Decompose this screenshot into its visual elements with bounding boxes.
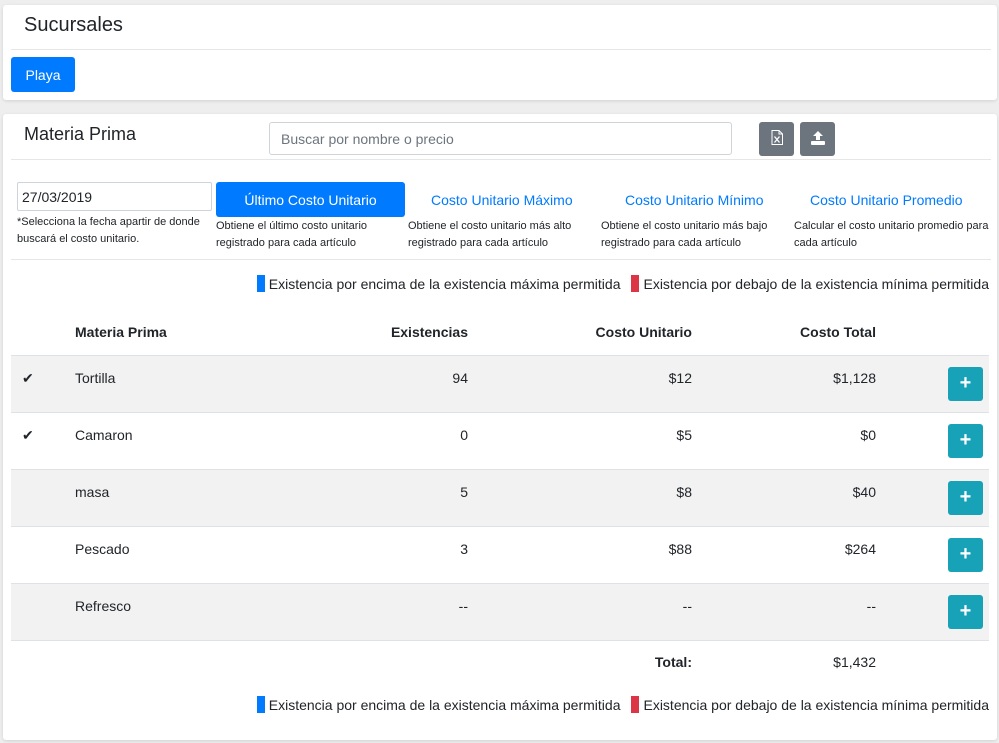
cell-existencias: 94 [293,354,468,412]
header-existencias[interactable]: Existencias [293,310,468,356]
divider [11,259,991,260]
cell-costo-unitario: $88 [468,525,692,583]
upload-button[interactable] [800,122,835,156]
header-costo-unitario[interactable]: Costo Unitario [468,310,692,356]
materia-prima-card: Materia Prima *Selecciona la fecha apart… [3,114,997,740]
option-costo-promedio: Costo Unitario Promedio Calcular el cost… [794,182,994,252]
cell-actions: + [876,468,989,526]
table-row: Pescado 3 $88 $264 + [11,525,989,583]
cell-costo-unitario: $8 [468,468,692,526]
table-row: Refresco -- -- -- + [11,582,989,640]
header-costo-total[interactable]: Costo Total [692,310,876,356]
materia-prima-table: Materia Prima Existencias Costo Unitario… [11,310,989,683]
legend-above-label: Existencia por encima de la existencia m… [268,275,621,292]
add-button[interactable]: + [948,537,983,572]
date-field[interactable] [17,182,212,211]
total-label: Total: [468,639,692,683]
export-excel-button[interactable] [759,122,794,156]
check-icon: ✔ [11,354,75,412]
cell-costo-unitario: $12 [468,354,692,412]
cell-actions: + [876,354,989,412]
sucursales-title: Sucursales [24,14,123,36]
add-button[interactable]: + [948,423,983,458]
add-button[interactable]: + [948,480,983,515]
add-button[interactable]: + [948,594,983,629]
option-ultimo-costo: Último Costo Unitario Obtiene el último … [216,182,406,252]
costo-maximo-description: Obtiene el costo unitario más alto regis… [408,220,572,249]
cell-actions: + [876,411,989,469]
costo-maximo-button[interactable]: Costo Unitario Máximo [408,182,598,217]
option-costo-minimo: Costo Unitario Mínimo Obtiene el costo u… [601,182,791,252]
search-input[interactable] [269,122,732,155]
cell-existencias: 3 [293,525,468,583]
check-icon [11,525,75,583]
header-actions [876,310,989,356]
legend-swatch-below [631,275,640,292]
legend-below-label: Existencia por debajo de la existencia m… [643,696,989,713]
cell-name: Tortilla [75,354,293,412]
cell-existencias: -- [293,582,468,640]
ultimo-costo-description: Obtiene el último costo unitario registr… [216,220,368,249]
excel-file-icon [771,130,783,148]
ultimo-costo-button[interactable]: Último Costo Unitario [216,182,405,217]
legend-below-label: Existencia por debajo de la existencia m… [643,275,989,292]
sucursales-card: Sucursales Playa [3,5,997,100]
check-icon: ✔ [11,411,75,469]
table-row: masa 5 $8 $40 + [11,468,989,526]
cell-actions: + [876,525,989,583]
cell-costo-total: $40 [692,468,876,526]
legend-above-label: Existencia por encima de la existencia m… [268,696,621,713]
divider [11,159,991,160]
cell-name: masa [75,468,293,526]
legend: Existencia por encima de la existencia m… [256,696,989,713]
cell-costo-total: $1,128 [692,354,876,412]
total-value: $1,432 [692,639,876,683]
check-icon [11,468,75,526]
cell-costo-unitario: $5 [468,411,692,469]
add-button[interactable]: + [948,366,983,401]
legend: Existencia por encima de la existencia m… [256,275,989,292]
cell-existencias: 5 [293,468,468,526]
cell-costo-total: $0 [692,411,876,469]
table-header-row: Materia Prima Existencias Costo Unitario… [11,310,989,356]
materia-prima-title: Materia Prima [24,124,137,144]
cell-actions: + [876,582,989,640]
header-materia-prima[interactable]: Materia Prima [75,310,293,356]
date-help-text: *Selecciona la fecha apartir de donde bu… [17,216,200,245]
option-costo-maximo: Costo Unitario Máximo Obtiene el costo u… [408,182,598,252]
table-footer-row: Total: $1,432 [11,639,989,683]
table-row: ✔ Tortilla 94 $12 $1,128 + [11,354,989,412]
divider [11,49,991,50]
legend-swatch-below [631,696,640,713]
check-icon [11,582,75,640]
upload-icon [810,130,825,148]
costo-minimo-button[interactable]: Costo Unitario Mínimo [601,182,791,217]
branch-playa-button[interactable]: Playa [11,57,75,92]
cell-costo-unitario: -- [468,582,692,640]
header-check [11,310,75,356]
cell-name: Pescado [75,525,293,583]
legend-swatch-above [256,696,265,713]
cell-existencias: 0 [293,411,468,469]
cell-costo-total: $264 [692,525,876,583]
table-row: ✔ Camaron 0 $5 $0 + [11,411,989,469]
costo-promedio-button[interactable]: Costo Unitario Promedio [794,182,994,217]
cell-costo-total: -- [692,582,876,640]
cell-name: Camaron [75,411,293,469]
legend-swatch-above [256,275,265,292]
costo-minimo-description: Obtiene el costo unitario más bajo regis… [601,220,768,249]
cell-name: Refresco [75,582,293,640]
costo-promedio-description: Calcular el costo unitario promedio para… [794,220,989,249]
